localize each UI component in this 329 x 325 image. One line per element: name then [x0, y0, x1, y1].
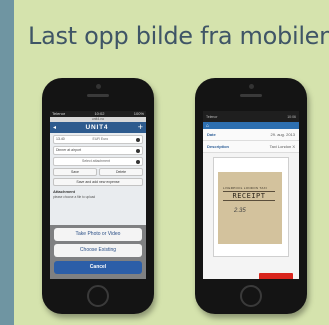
- app-header: ◂ UNIT4 +: [50, 122, 146, 133]
- receipt-header-text: LIVERPOOL LONDON TAXI: [223, 186, 268, 190]
- left-edge-strip: [0, 0, 14, 325]
- description-row: Description Taxi London X: [203, 141, 299, 153]
- amount-field[interactable]: 13.40 EUR Euro: [53, 135, 143, 144]
- receipt-image-frame[interactable]: LIVERPOOL LONDON TAXI RECEIPT 2.35: [213, 157, 289, 257]
- choose-existing-button[interactable]: Choose Existing: [54, 244, 142, 257]
- save-button[interactable]: Save: [53, 168, 97, 176]
- receipt-title: RECEIPT: [223, 191, 275, 201]
- currency-select[interactable]: EUR Euro: [65, 135, 136, 144]
- phone-right: Telenor 10:06 ⌂ Date 29. aug. 2013 Descr…: [195, 78, 307, 314]
- chevron-down-icon: [136, 148, 140, 153]
- home-button[interactable]: [240, 285, 262, 307]
- receipt-handwriting: 2.35: [234, 208, 246, 214]
- delete-button[interactable]: Delete: [99, 168, 143, 176]
- time-label: 10:06: [287, 114, 296, 119]
- attachment-select[interactable]: Select attachment: [53, 157, 143, 166]
- description-field[interactable]: Dinner at airport: [53, 146, 143, 155]
- description-value: Taxi London X: [269, 144, 295, 149]
- chevron-down-icon: [136, 137, 140, 142]
- date-label: Date: [207, 132, 216, 137]
- amount-value: 13.40: [56, 137, 65, 141]
- phone-right-screen: Telenor 10:06 ⌂ Date 29. aug. 2013 Descr…: [203, 111, 299, 279]
- phone-left-screen: Telenor 10:02 100% unit4.no ◂ UNIT4 + 13…: [50, 111, 146, 279]
- take-photo-button[interactable]: Take Photo or Video: [54, 228, 142, 241]
- carrier-label: Telenor: [206, 114, 218, 119]
- date-row: Date 29. aug. 2013: [203, 129, 299, 141]
- add-icon[interactable]: +: [138, 123, 143, 132]
- attachment-heading: Attachment: [53, 189, 76, 194]
- home-button[interactable]: [87, 285, 109, 307]
- camera-icon: [249, 84, 254, 89]
- description-label: Description: [207, 144, 230, 149]
- carrier-label: Telenor: [52, 111, 66, 116]
- delete-tab-button[interactable]: [259, 273, 293, 279]
- receipt-photo: LIVERPOOL LONDON TAXI RECEIPT 2.35: [218, 172, 282, 244]
- phone-left: Telenor 10:02 100% unit4.no ◂ UNIT4 + 13…: [42, 78, 154, 314]
- description-value: Dinner at airport: [56, 148, 82, 152]
- action-row: Save Delete: [53, 168, 143, 176]
- brand-logo: UNIT4: [85, 124, 109, 131]
- speaker-grille: [240, 94, 262, 97]
- cancel-button[interactable]: Cancel: [54, 261, 142, 274]
- camera-icon: [96, 84, 101, 89]
- battery-label: 100%: [133, 111, 144, 116]
- home-icon[interactable]: ⌂: [206, 123, 209, 129]
- date-value: 29. aug. 2013: [270, 132, 295, 137]
- attachment-select-value: Select attachment: [81, 159, 110, 163]
- attachment-hint: please choose a file to upload: [53, 195, 96, 199]
- speaker-grille: [87, 94, 109, 97]
- nav-bar: ⌂: [203, 122, 299, 129]
- status-bar: Telenor 10:06: [203, 111, 299, 122]
- chevron-down-icon: [136, 159, 140, 164]
- action-sheet: Take Photo or Video Choose Existing Canc…: [50, 225, 146, 279]
- save-add-new-button[interactable]: Save and add new expense: [53, 178, 143, 186]
- back-arrow-icon[interactable]: ◂: [53, 124, 56, 131]
- page-title: Last opp bilde fra mobilen: [28, 22, 329, 50]
